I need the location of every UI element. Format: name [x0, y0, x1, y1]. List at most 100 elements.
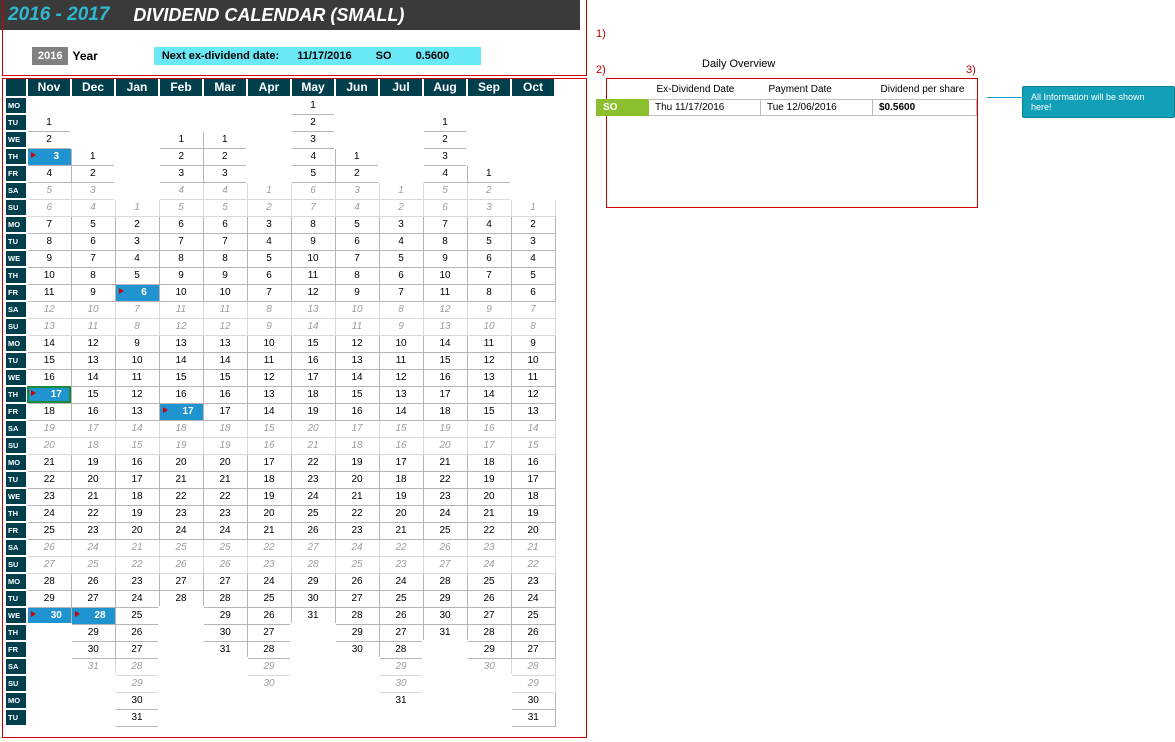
calendar-cell[interactable]: 7: [335, 250, 379, 267]
calendar-cell[interactable]: 5: [335, 216, 379, 233]
calendar-cell[interactable]: 28: [379, 641, 423, 658]
calendar-cell[interactable]: 14: [27, 335, 71, 352]
calendar-cell[interactable]: 1: [511, 199, 555, 216]
calendar-cell[interactable]: 8: [247, 301, 291, 318]
calendar-cell[interactable]: 9: [423, 250, 467, 267]
calendar-cell[interactable]: 13: [203, 335, 247, 352]
calendar-cell[interactable]: 8: [291, 216, 335, 233]
calendar-cell[interactable]: 30: [115, 692, 159, 709]
calendar-cell[interactable]: 24: [511, 590, 555, 607]
calendar-cell[interactable]: 25: [71, 556, 115, 573]
calendar-cell[interactable]: [291, 658, 335, 675]
calendar-cell[interactable]: 1: [379, 182, 423, 199]
calendar-cell[interactable]: 30: [203, 624, 247, 641]
calendar-cell[interactable]: 11: [71, 318, 115, 335]
calendar-cell[interactable]: 10: [247, 335, 291, 352]
calendar-cell[interactable]: 26: [291, 522, 335, 539]
calendar-cell[interactable]: 27: [247, 624, 291, 641]
calendar-cell[interactable]: 31: [71, 658, 115, 675]
calendar-cell[interactable]: 20: [423, 437, 467, 454]
calendar-cell[interactable]: [159, 709, 203, 726]
calendar-cell[interactable]: 12: [291, 284, 335, 301]
calendar-cell[interactable]: 28: [467, 624, 511, 641]
calendar-cell[interactable]: 31: [115, 709, 159, 726]
calendar-cell[interactable]: [159, 641, 203, 658]
calendar-cell[interactable]: 27: [467, 607, 511, 624]
calendar-cell[interactable]: 18: [423, 403, 467, 420]
calendar-cell[interactable]: 25: [467, 573, 511, 590]
calendar-cell[interactable]: 4: [423, 165, 467, 182]
calendar-cell[interactable]: 23: [247, 556, 291, 573]
calendar-cell[interactable]: 14: [379, 403, 423, 420]
calendar-cell[interactable]: 24: [335, 539, 379, 556]
calendar-cell[interactable]: 23: [379, 556, 423, 573]
calendar-cell[interactable]: 25: [291, 505, 335, 522]
calendar-cell[interactable]: 14: [423, 335, 467, 352]
calendar-cell[interactable]: [115, 165, 159, 182]
calendar-cell[interactable]: 12: [71, 335, 115, 352]
calendar-cell[interactable]: 23: [291, 471, 335, 488]
calendar-cell[interactable]: 11: [467, 335, 511, 352]
calendar-cell[interactable]: 8: [423, 233, 467, 250]
calendar-cell[interactable]: 20: [27, 437, 71, 454]
calendar-cell[interactable]: 22: [511, 556, 555, 573]
calendar-cell[interactable]: [159, 114, 203, 131]
calendar-cell[interactable]: 22: [467, 522, 511, 539]
calendar-cell[interactable]: 5: [511, 267, 555, 284]
calendar-cell[interactable]: 2: [115, 216, 159, 233]
calendar-cell[interactable]: 12: [335, 335, 379, 352]
calendar-cell[interactable]: 21: [247, 522, 291, 539]
calendar-cell[interactable]: 29: [71, 624, 115, 641]
calendar-cell[interactable]: 6: [335, 233, 379, 250]
calendar-cell[interactable]: 17: [159, 403, 203, 420]
calendar-cell[interactable]: 8: [71, 267, 115, 284]
calendar-cell[interactable]: 23: [423, 488, 467, 505]
calendar-cell[interactable]: [467, 97, 511, 114]
calendar-cell[interactable]: 9: [247, 318, 291, 335]
calendar-cell[interactable]: 25: [115, 607, 159, 624]
calendar-cell[interactable]: [467, 131, 511, 148]
calendar-cell[interactable]: 3: [203, 165, 247, 182]
calendar-table[interactable]: NovDecJanFebMarAprMayJunJulAugSepOct MO1…: [4, 76, 556, 727]
calendar-cell[interactable]: 22: [379, 539, 423, 556]
calendar-cell[interactable]: 26: [335, 573, 379, 590]
calendar-cell[interactable]: 21: [511, 539, 555, 556]
calendar-cell[interactable]: 29: [379, 658, 423, 675]
calendar-cell[interactable]: 13: [27, 318, 71, 335]
calendar-cell[interactable]: 2: [335, 165, 379, 182]
calendar-cell[interactable]: 26: [467, 590, 511, 607]
calendar-cell[interactable]: 14: [159, 352, 203, 369]
calendar-cell[interactable]: 19: [247, 488, 291, 505]
calendar-cell[interactable]: 6: [423, 199, 467, 216]
calendar-cell[interactable]: 30: [71, 641, 115, 658]
calendar-cell[interactable]: 14: [291, 318, 335, 335]
calendar-cell[interactable]: 10: [159, 284, 203, 301]
calendar-cell[interactable]: [379, 131, 423, 148]
calendar-cell[interactable]: 4: [467, 216, 511, 233]
calendar-cell[interactable]: 5: [203, 199, 247, 216]
calendar-cell[interactable]: 7: [379, 284, 423, 301]
calendar-cell[interactable]: 2: [27, 131, 71, 148]
calendar-cell[interactable]: 10: [335, 301, 379, 318]
calendar-cell[interactable]: 4: [115, 250, 159, 267]
year-badge[interactable]: 2016: [32, 47, 68, 65]
calendar-cell[interactable]: 20: [511, 522, 555, 539]
calendar-cell[interactable]: 20: [335, 471, 379, 488]
calendar-cell[interactable]: 19: [159, 437, 203, 454]
calendar-cell[interactable]: 30: [27, 607, 71, 624]
calendar-cell[interactable]: 29: [203, 607, 247, 624]
calendar-cell[interactable]: 22: [71, 505, 115, 522]
calendar-cell[interactable]: [159, 97, 203, 114]
calendar-cell[interactable]: [247, 165, 291, 182]
calendar-cell[interactable]: [115, 148, 159, 165]
calendar-cell[interactable]: [27, 658, 71, 675]
calendar-cell[interactable]: [379, 97, 423, 114]
calendar-cell[interactable]: 18: [511, 488, 555, 505]
calendar-cell[interactable]: 1: [27, 114, 71, 131]
calendar-cell[interactable]: 1: [71, 148, 115, 165]
calendar-cell[interactable]: 10: [423, 267, 467, 284]
calendar-cell[interactable]: [291, 624, 335, 641]
calendar-cell[interactable]: 17: [203, 403, 247, 420]
calendar-cell[interactable]: 30: [379, 675, 423, 692]
calendar-cell[interactable]: 1: [203, 131, 247, 148]
